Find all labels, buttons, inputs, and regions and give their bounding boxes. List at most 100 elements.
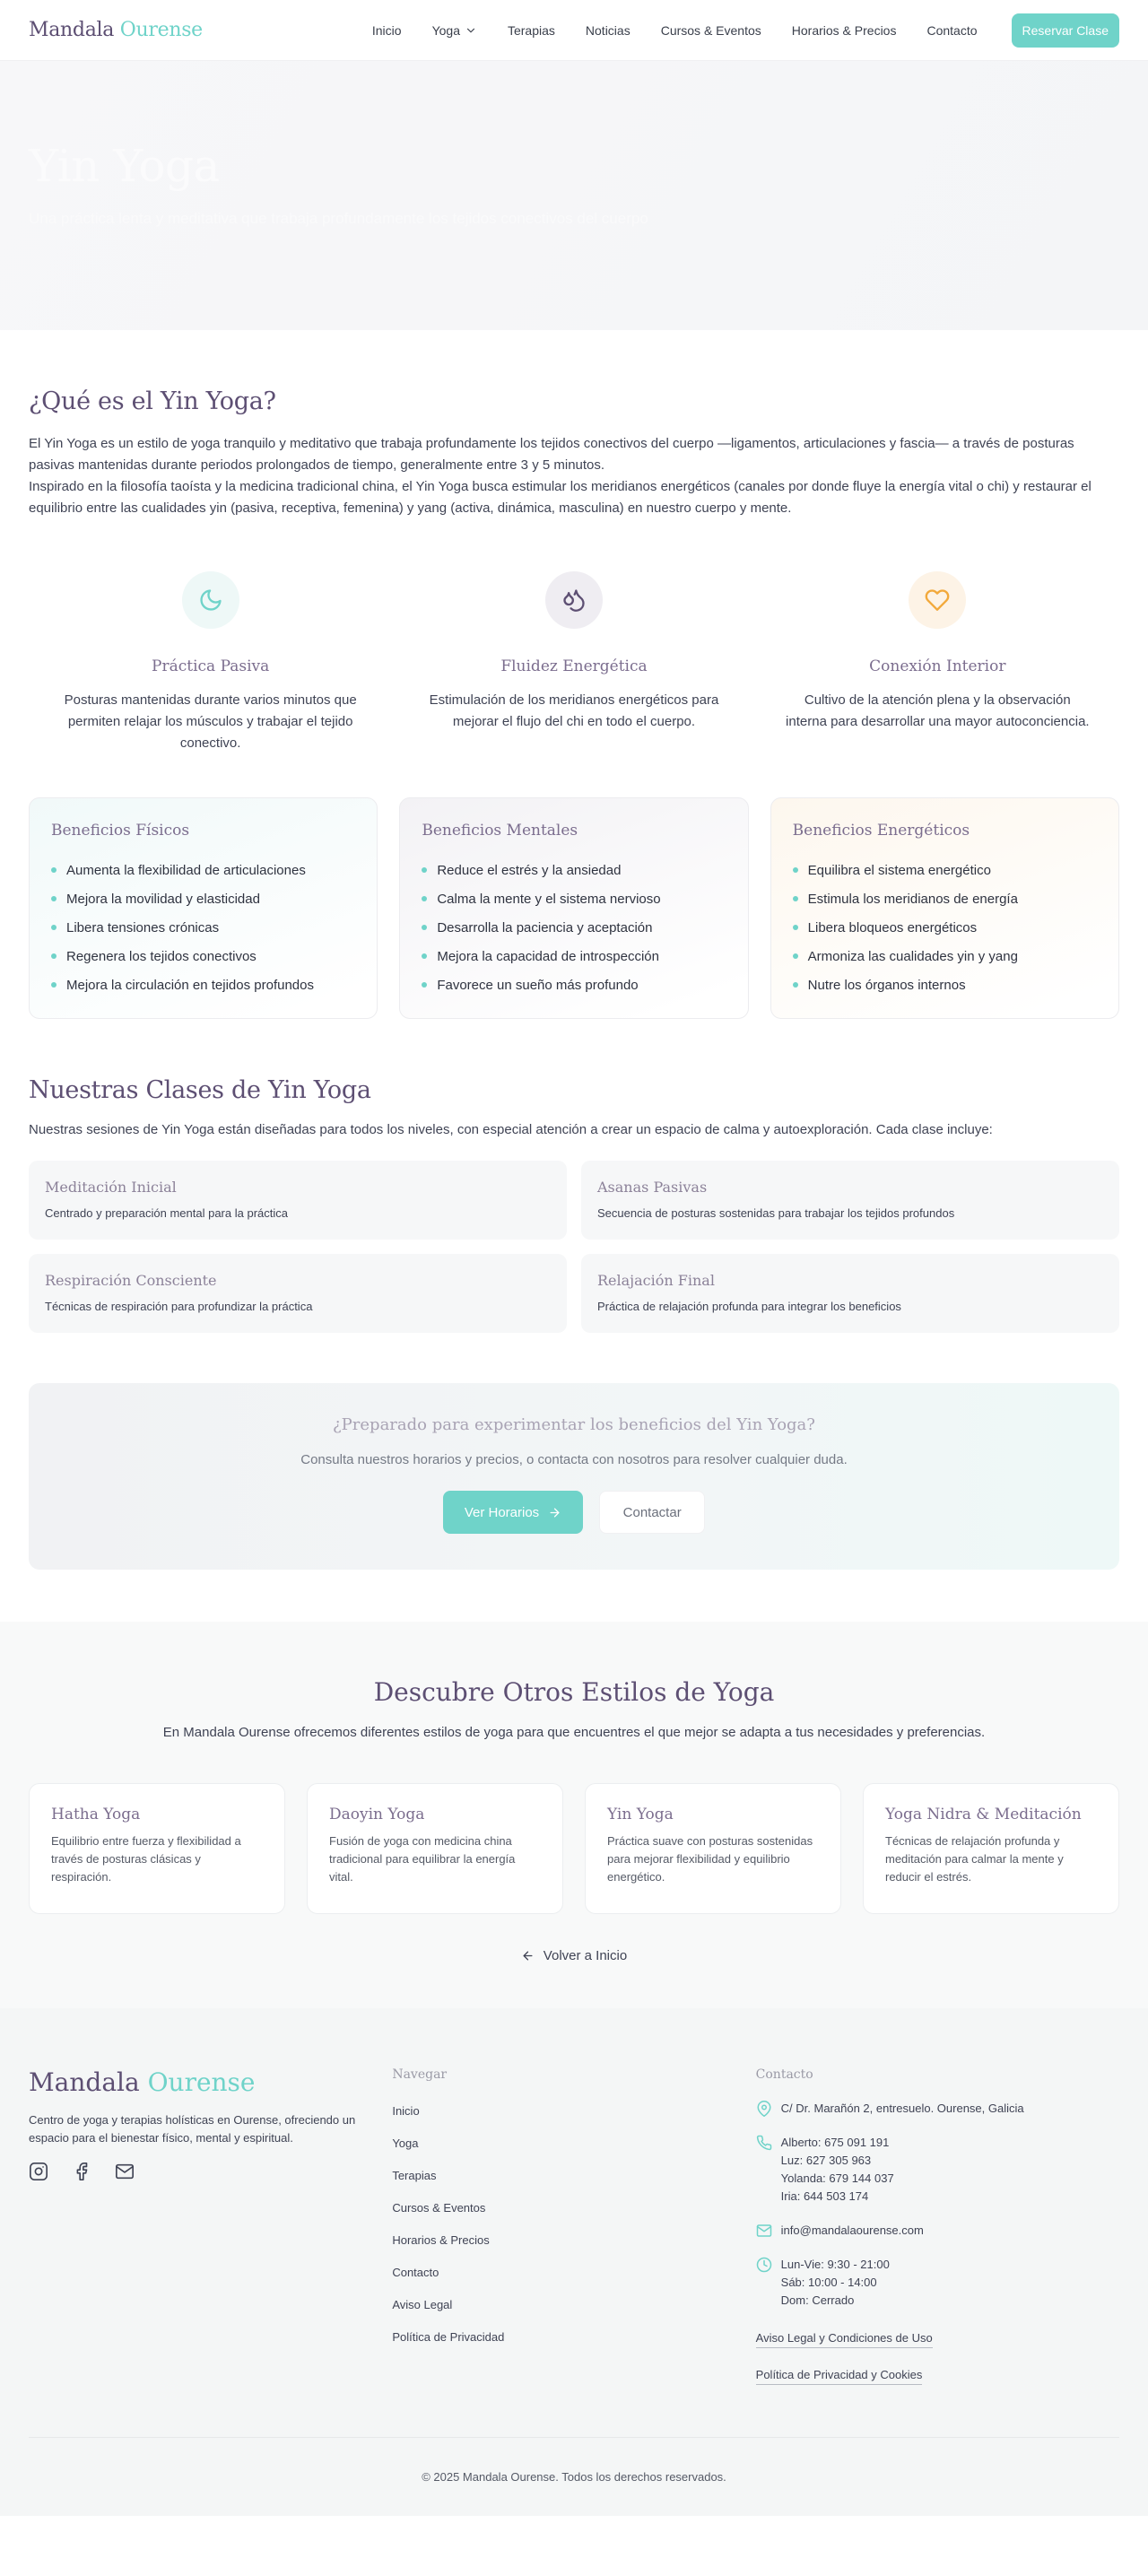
footer-logo-accent: Ourense (147, 2067, 256, 2097)
intro-title: ¿Qué es el Yin Yoga? (29, 387, 276, 415)
benefit-text: Regenera los tejidos conectivos (66, 948, 257, 964)
logo-accent-text: Ourense (119, 19, 203, 41)
classes-title: Nuestras Clases de Yin Yoga (29, 1076, 371, 1104)
legal-links: Aviso Legal y Condiciones de Uso Polític… (755, 2319, 1119, 2385)
benefit-card-energeticos: Beneficios Energéticos Equilibra el sist… (770, 797, 1119, 1019)
contactar-button[interactable]: Contactar (599, 1491, 706, 1534)
pillars: Práctica Pasiva Posturas mantenidas dura… (29, 571, 1119, 754)
pillar-icon-wrap (909, 571, 967, 629)
phone-luz[interactable]: Luz: 627 305 963 (781, 2152, 894, 2170)
address-text: C/ Dr. Marañón 2, entresuelo. Ourense, G… (780, 2102, 1024, 2115)
top-nav: Mandala Ourense Inicio Yoga Terapias Not… (0, 0, 1148, 61)
pillar-desc: Estimulación de los meridianos energétic… (429, 692, 719, 729)
footer-link-horarios[interactable]: Horarios & Precios (392, 2224, 755, 2256)
benefit-item: Libera bloqueos energéticos (792, 913, 1097, 942)
mail-icon[interactable] (115, 2162, 135, 2181)
reservar-clase-button[interactable]: Reservar Clase (1011, 13, 1119, 48)
footer-nav: Navegar Inicio Yoga Terapias Cursos & Ev… (392, 2067, 755, 2385)
class-item-title: Meditación Inicial (45, 1179, 177, 1196)
copyright: © 2025 Mandala Ourense. Todos los derech… (29, 2437, 1119, 2516)
class-item-title: Respiración Consciente (45, 1272, 217, 1289)
map-pin-icon (757, 2101, 771, 2117)
phone-iria[interactable]: Iria: 644 503 174 (781, 2188, 894, 2206)
cta-title: ¿Preparado para experimentar los benefic… (333, 1415, 815, 1434)
footer-link-terapias[interactable]: Terapias (392, 2159, 755, 2191)
contact-email: info@mandalaourense.com (756, 2222, 1119, 2240)
bullet-dot (422, 867, 428, 873)
bullet-dot (51, 925, 57, 930)
footer-link-yoga[interactable]: Yoga (392, 2127, 755, 2159)
cta-panel: ¿Preparado para experimentar los benefic… (29, 1383, 1119, 1570)
intro-text: El Yin Yoga es un estilo de yoga tranqui… (29, 433, 1119, 519)
style-card-hatha[interactable]: Hatha Yoga Equilibrio entre fuerza y fle… (29, 1783, 285, 1914)
intro-section: ¿Qué es el Yin Yoga? El Yin Yoga es un e… (0, 330, 1148, 1570)
pillar-title: Práctica Pasiva (152, 657, 270, 675)
other-styles-subtitle: En Mandala Ourense ofrecemos diferentes … (162, 1725, 986, 1740)
email-text[interactable]: info@mandalaourense.com (781, 2222, 924, 2240)
hours-weekdays: Lun-Vie: 9:30 - 21:00 (780, 2258, 890, 2271)
benefit-item: Calma la mente y el sistema nervioso (422, 884, 726, 913)
footer-link-inicio[interactable]: Inicio (392, 2094, 755, 2127)
volver-inicio-link[interactable]: Volver a Inicio (521, 1948, 627, 1963)
nav-link-horarios[interactable]: Horarios & Precios (777, 23, 912, 38)
benefit-text: Estimula los meridianos de energía (807, 891, 1018, 907)
footer-logo[interactable]: Mandala Ourense (29, 2067, 392, 2097)
phone-alberto[interactable]: Alberto: 675 091 191 (781, 2134, 894, 2152)
intro-paragraph-2: Inspirado en la filosofía taoísta y la m… (29, 479, 1091, 516)
footer-contact-heading: Contacto (755, 2067, 813, 2082)
ver-horarios-button[interactable]: Ver Horarios (442, 1491, 584, 1534)
phone-yolanda[interactable]: Yolanda: 679 144 037 (781, 2170, 894, 2188)
page-title: Yin Yoga (29, 140, 220, 192)
bullet-dot (792, 953, 798, 959)
bullet-dot (422, 896, 428, 901)
style-card-daoyin[interactable]: Daoyin Yoga Fusión de yoga con medicina … (307, 1783, 563, 1914)
benefit-text: Calma la mente y el sistema nervioso (437, 891, 661, 907)
nav-link-terapias[interactable]: Terapias (492, 23, 570, 38)
facebook-icon[interactable] (72, 2162, 91, 2181)
bullet-dot (422, 982, 428, 988)
hero-subtitle: Una práctica lenta y meditativa que trab… (29, 210, 648, 227)
footer-link-contacto[interactable]: Contacto (392, 2256, 755, 2288)
pillar-fluidez-energetica: Fluidez Energética Estimulación de los m… (392, 571, 755, 754)
style-card-desc: Equilibrio entre fuerza y flexibilidad a… (51, 1834, 241, 1884)
cta-subtitle: Consulta nuestros horarios y precios, o … (300, 1452, 848, 1467)
logo-main-text: Mandala (29, 19, 115, 41)
privacidad-cookies-link[interactable]: Política de Privacidad y Cookies (755, 2368, 923, 2385)
nav-link-inicio[interactable]: Inicio (357, 23, 417, 38)
bullet-dot (51, 982, 57, 988)
bullet-dot (792, 925, 798, 930)
benefit-item: Mejora la capacidad de introspección (422, 942, 726, 970)
social-links (29, 2162, 392, 2181)
footer-link-cursos[interactable]: Cursos & Eventos (392, 2191, 755, 2224)
footer-logo-main: Mandala (29, 2067, 140, 2097)
site-logo[interactable]: Mandala Ourense (29, 19, 203, 41)
bullet-dot (792, 896, 798, 901)
nav-link-cursos[interactable]: Cursos & Eventos (646, 23, 777, 38)
footer-link-privacidad[interactable]: Política de Privacidad (392, 2320, 755, 2353)
clock-icon (756, 2257, 771, 2273)
class-item-respiracion: Respiración Consciente Técnicas de respi… (29, 1254, 567, 1333)
nav-link-noticias[interactable]: Noticias (570, 23, 646, 38)
benefit-list: Reduce el estrés y la ansiedad Calma la … (422, 856, 726, 999)
pillar-title: Conexión Interior (869, 657, 1006, 675)
pillar-icon-wrap (544, 571, 603, 629)
arrow-right-icon (550, 1508, 560, 1517)
arrow-left-icon (523, 1951, 533, 1961)
style-card-nidra[interactable]: Yoga Nidra & Meditación Técnicas de rela… (863, 1783, 1119, 1914)
footer-link-aviso-legal[interactable]: Aviso Legal (392, 2288, 755, 2320)
nav-link-contacto[interactable]: Contacto (911, 23, 992, 38)
benefit-text: Nutre los órganos internos (807, 977, 966, 993)
contact-address: C/ Dr. Marañón 2, entresuelo. Ourense, G… (756, 2100, 1119, 2118)
benefit-item: Libera tensiones crónicas (51, 913, 355, 942)
nav-link-yoga[interactable]: Yoga (417, 23, 492, 38)
pillar-practica-pasiva: Práctica Pasiva Posturas mantenidas dura… (29, 571, 392, 754)
aviso-legal-link[interactable]: Aviso Legal y Condiciones de Uso (755, 2331, 933, 2348)
class-item-desc: Secuencia de posturas sostenidas para tr… (597, 1206, 955, 1220)
bullet-dot (422, 953, 428, 959)
style-card-yin[interactable]: Yin Yoga Práctica suave con posturas sos… (585, 1783, 841, 1914)
benefit-text: Mejora la circulación en tejidos profund… (66, 977, 314, 993)
benefit-item: Regenera los tejidos conectivos (51, 942, 355, 970)
classes-intro: Nuestras sesiones de Yin Yoga están dise… (29, 1122, 993, 1137)
other-styles-title: Descubre Otros Estilos de Yoga (373, 1677, 775, 1707)
instagram-icon[interactable] (29, 2162, 48, 2181)
